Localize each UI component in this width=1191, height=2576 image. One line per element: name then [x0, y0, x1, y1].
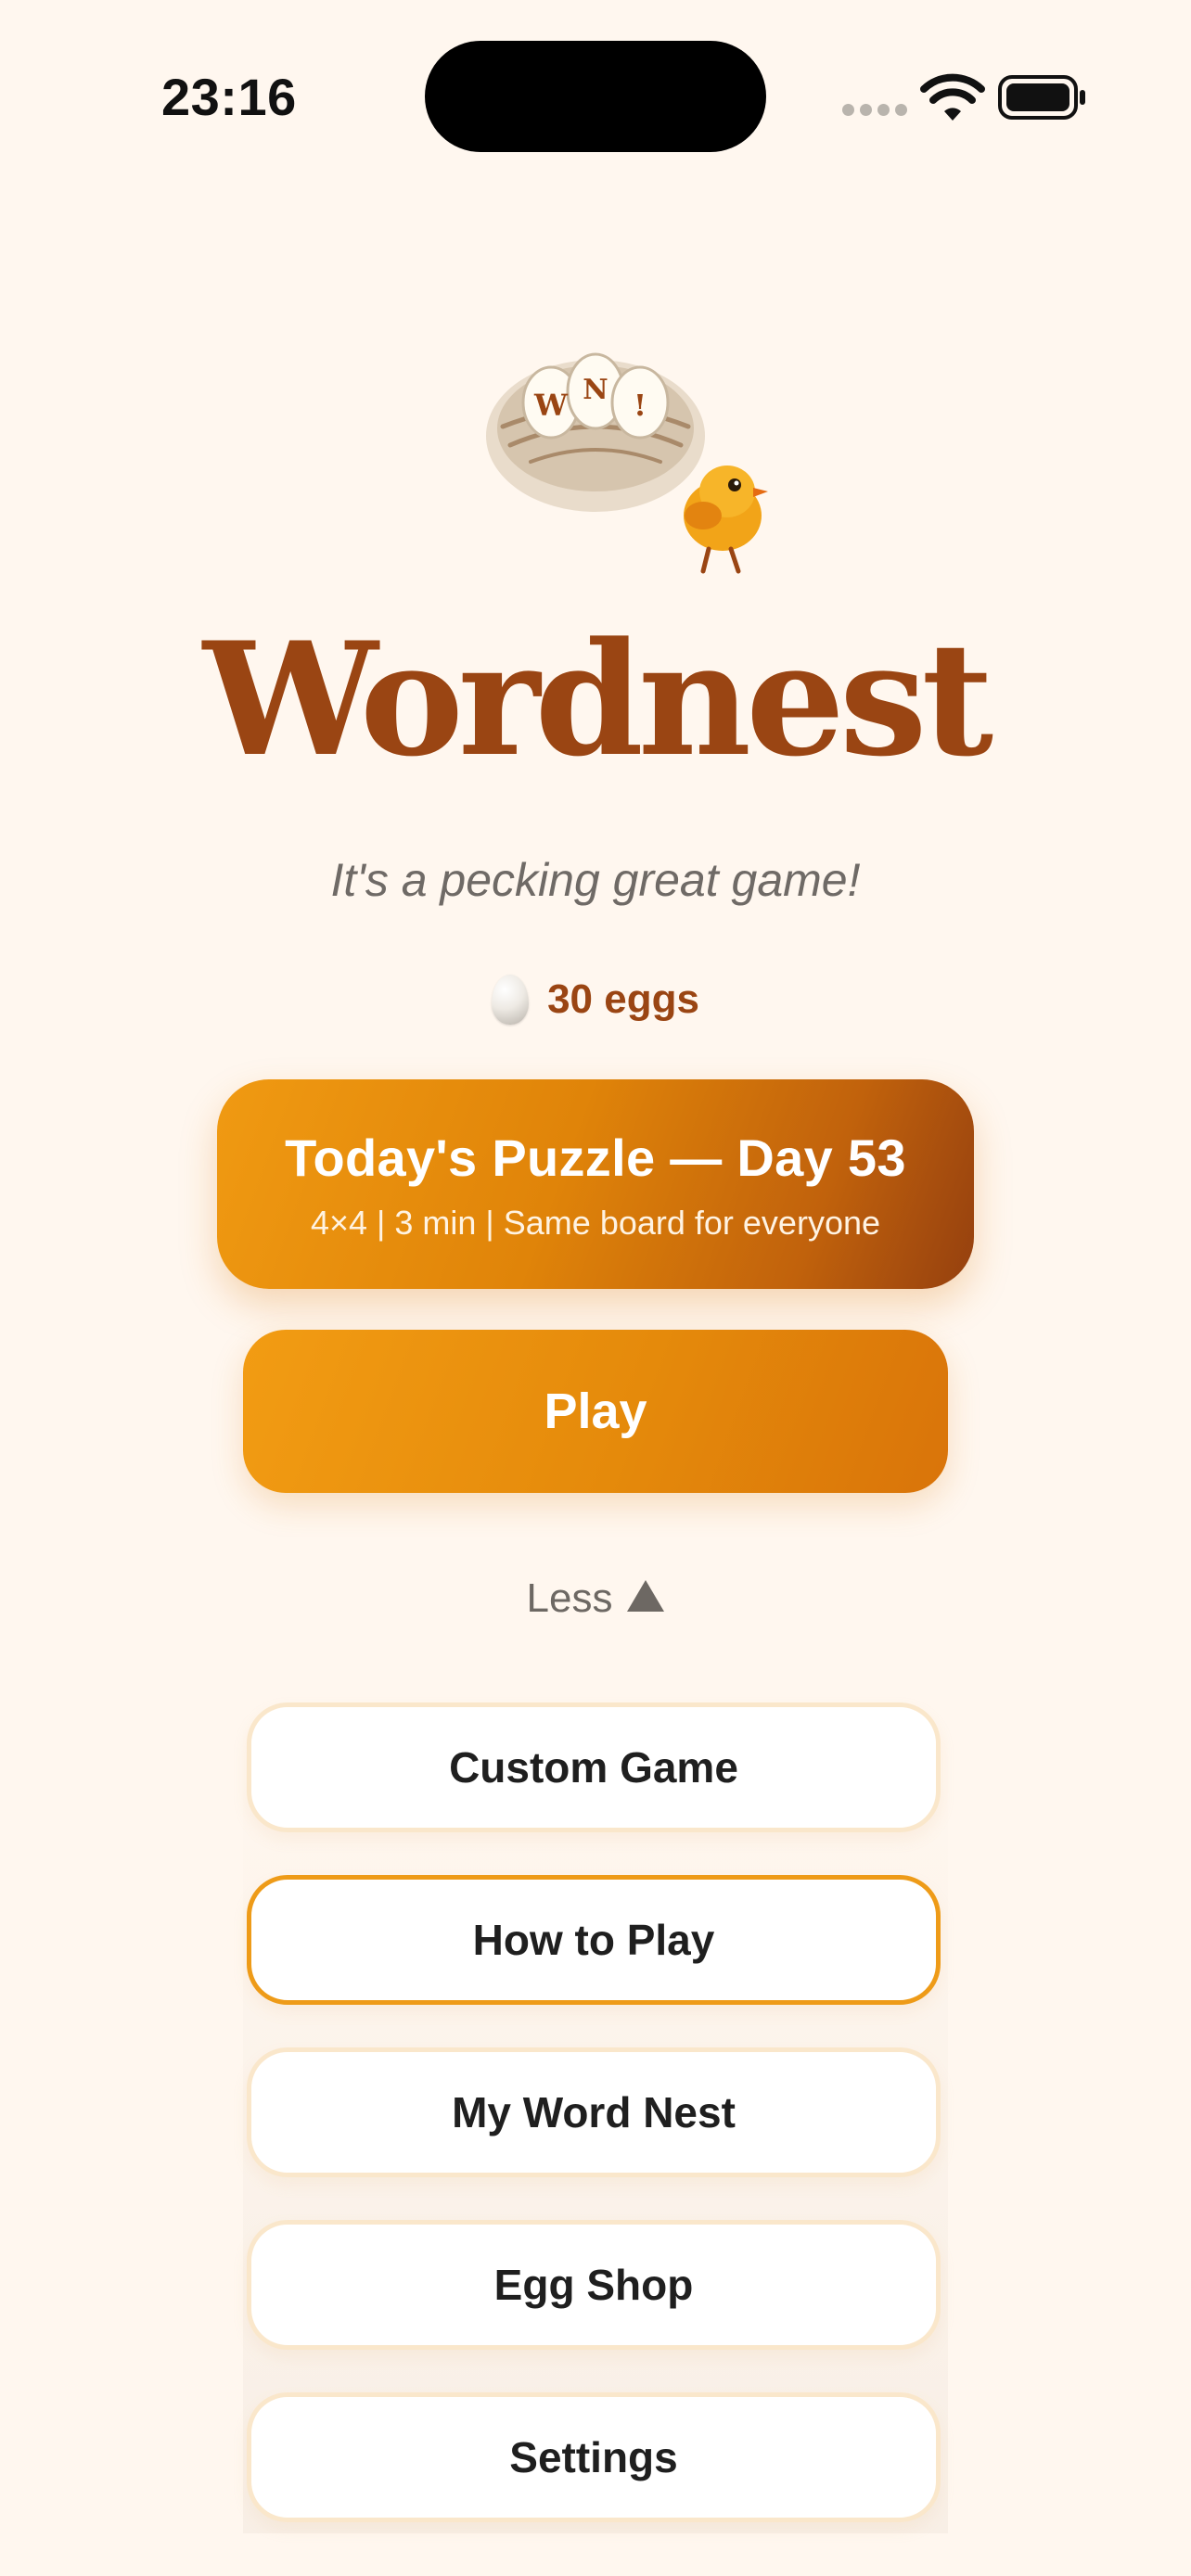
custom-game-button[interactable]: Custom Game	[247, 1702, 941, 1832]
egg-count: 30 eggs	[547, 976, 699, 1022]
menu-list: Custom Game How to Play My Word Nest Egg…	[243, 1702, 948, 2533]
how-to-play-button[interactable]: How to Play	[247, 1875, 941, 2005]
cellular-signal-icon	[842, 104, 907, 117]
tagline: It's a pecking great game!	[330, 854, 861, 906]
less-toggle[interactable]: Less	[0, 1569, 1191, 1628]
settings-button[interactable]: Settings	[247, 2392, 941, 2522]
status-time: 23:16	[161, 68, 297, 126]
egg-balance: 30 eggs	[0, 972, 1191, 1027]
egg-icon	[492, 975, 530, 1025]
less-toggle-label: Less	[526, 1575, 613, 1621]
egg-letter: !	[634, 388, 647, 423]
daily-puzzle-subtitle: 4×4 | 3 min | Same board for everyone	[310, 1204, 881, 1242]
play-button[interactable]: Play	[243, 1330, 948, 1493]
triangle-up-icon	[627, 1580, 665, 1612]
egg-shop-button[interactable]: Egg Shop	[247, 2220, 941, 2350]
nest-chick-logo: W N !	[486, 352, 768, 574]
my-word-nest-button[interactable]: My Word Nest	[247, 2047, 941, 2177]
status-icons	[842, 72, 1085, 124]
egg-letter: N	[583, 374, 608, 406]
wifi-icon	[920, 73, 985, 121]
daily-puzzle-title: Today's Puzzle — Day 53	[285, 1129, 906, 1187]
dynamic-island	[425, 41, 766, 152]
daily-puzzle-button[interactable]: Today's Puzzle — Day 53 4×4 | 3 min | Sa…	[217, 1079, 974, 1289]
egg-letter: W	[533, 388, 569, 423]
battery-icon	[998, 75, 1085, 120]
app-title: Wordnest	[202, 607, 993, 791]
status-bar: 23:16	[0, 0, 1191, 195]
